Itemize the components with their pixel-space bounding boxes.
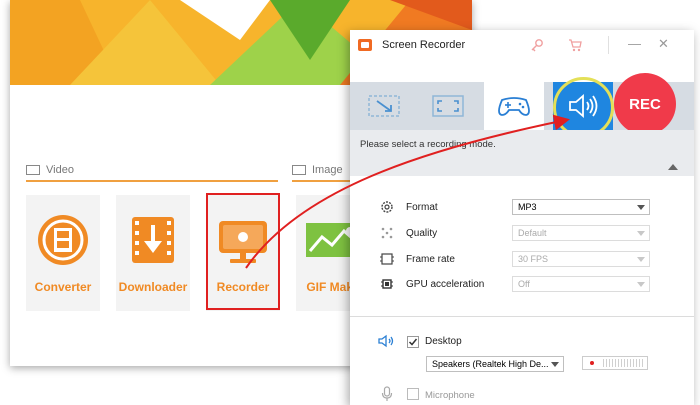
annotation-arrow [245, 114, 570, 269]
